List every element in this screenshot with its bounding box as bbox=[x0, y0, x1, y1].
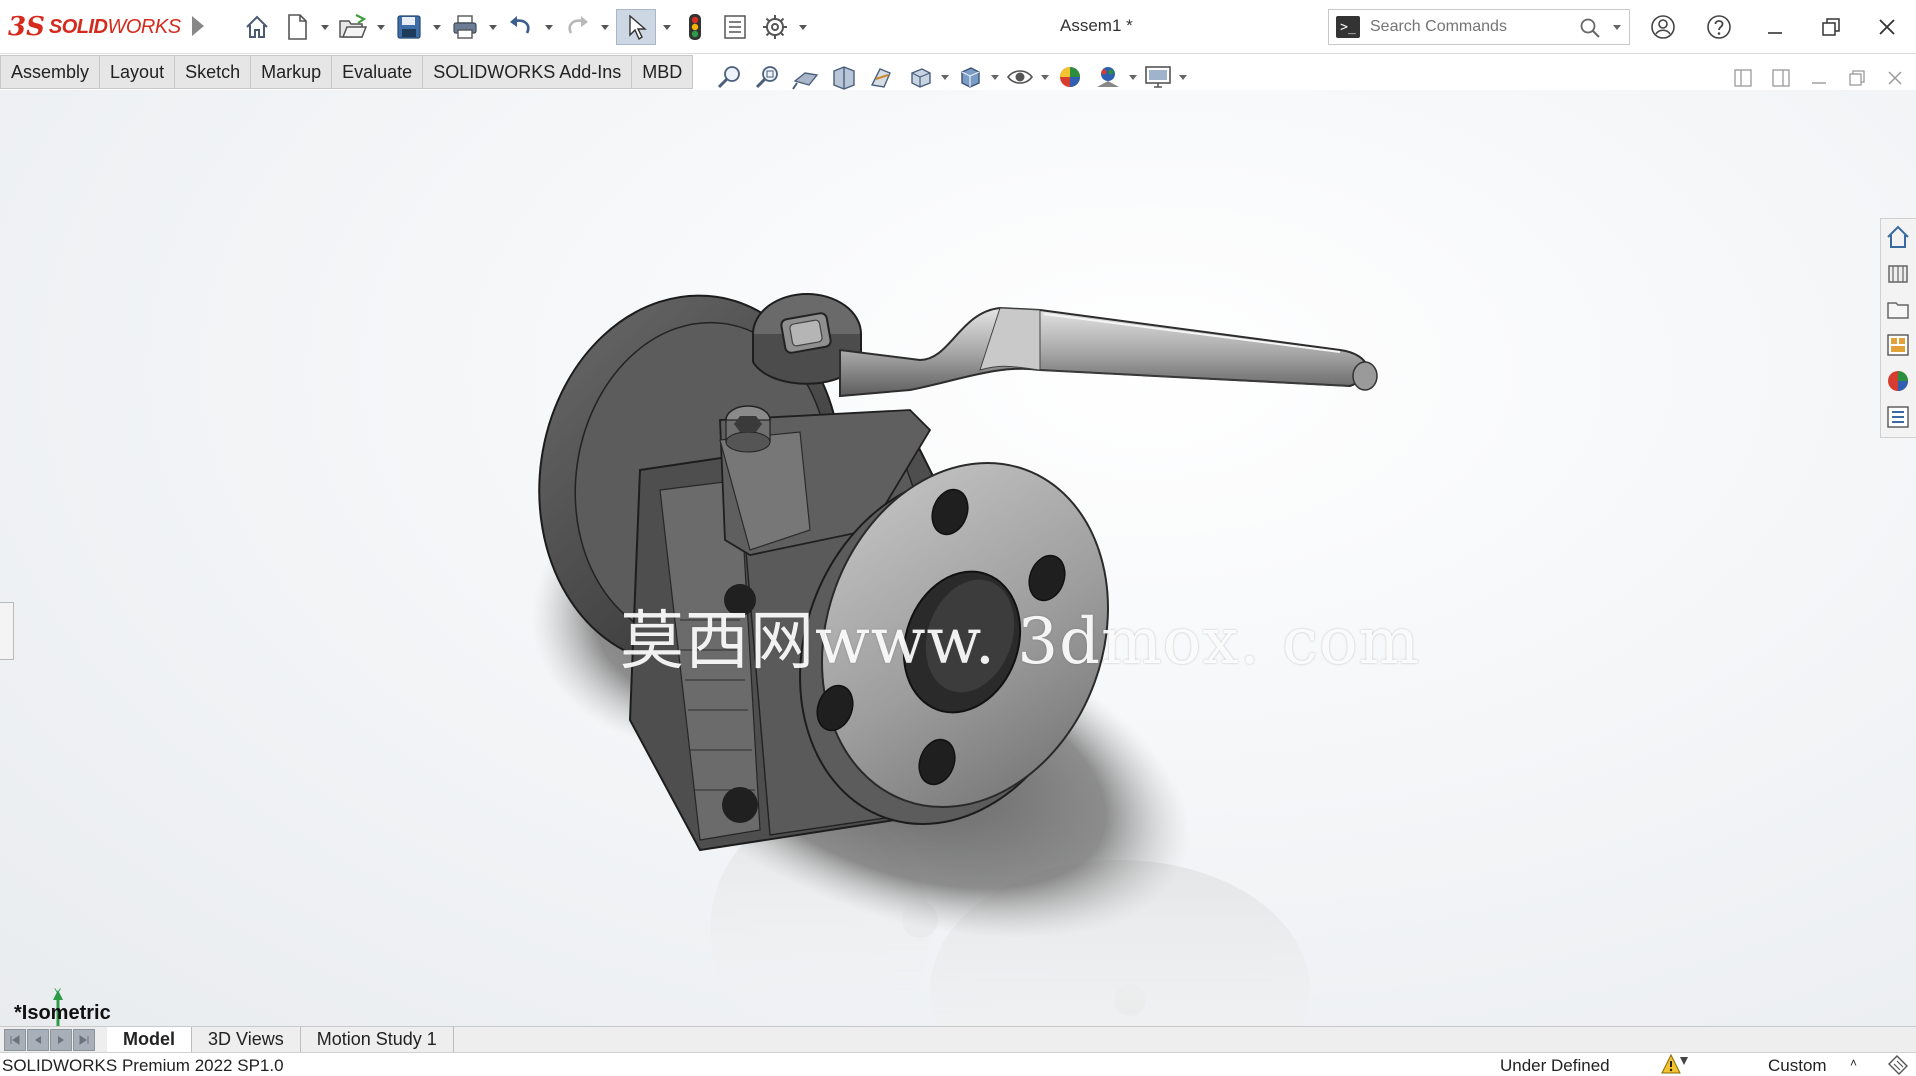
file-explorer-icon[interactable] bbox=[1881, 291, 1915, 327]
unit-system[interactable]: Custom bbox=[1768, 1056, 1827, 1076]
file-properties-icon[interactable] bbox=[718, 9, 752, 45]
apply-scene-icon[interactable] bbox=[1090, 60, 1126, 94]
document-title: Assem1 * bbox=[1060, 16, 1133, 35]
print-dropdown-icon[interactable] bbox=[488, 9, 498, 45]
hide-show-dropdown-icon[interactable] bbox=[1040, 60, 1050, 94]
quick-tips-icon[interactable] bbox=[1886, 1054, 1910, 1076]
split-left-icon[interactable] bbox=[1728, 64, 1758, 92]
restore-icon[interactable] bbox=[1808, 8, 1854, 46]
status-bar: SOLIDWORKS Premium 2022 SP1.0 Under Defi… bbox=[0, 1052, 1916, 1076]
appearances-icon[interactable] bbox=[1881, 363, 1915, 399]
triad-y-label: Y bbox=[54, 987, 62, 999]
redo-icon[interactable] bbox=[560, 9, 594, 45]
display-style-dropdown-icon[interactable] bbox=[990, 60, 1000, 94]
search-input[interactable] bbox=[1370, 18, 1570, 36]
view-orientation-label: *Isometric bbox=[14, 1002, 111, 1024]
redo-dropdown-icon[interactable] bbox=[600, 9, 610, 45]
ball-valve-model[interactable] bbox=[440, 290, 1720, 1076]
save-icon[interactable] bbox=[392, 9, 426, 45]
open-dropdown-icon[interactable] bbox=[376, 9, 386, 45]
logo-brand-bold: SOLID bbox=[48, 15, 108, 38]
display-style-icon[interactable] bbox=[952, 60, 988, 94]
tab-3d-views[interactable]: 3D Views bbox=[192, 1026, 301, 1053]
logo-brand: SOLIDWORKS bbox=[49, 16, 181, 39]
custom-properties-icon[interactable] bbox=[1881, 399, 1915, 435]
view-settings-icon[interactable] bbox=[1140, 60, 1176, 94]
tab-evaluate[interactable]: Evaluate bbox=[332, 55, 424, 89]
tab-scroll-arrows bbox=[4, 1028, 95, 1051]
tab-assembly[interactable]: Assembly bbox=[0, 55, 101, 89]
viewport-restore-icon[interactable] bbox=[1842, 64, 1872, 92]
split-right-icon[interactable] bbox=[1766, 64, 1796, 92]
feature-manager-handle[interactable] bbox=[0, 602, 14, 660]
watermark-text: 莫西网www. 3dmox. com bbox=[620, 605, 1421, 679]
command-prompt-icon: >_ bbox=[1336, 16, 1360, 38]
edit-appearance-icon[interactable] bbox=[1052, 60, 1088, 94]
print-icon[interactable] bbox=[448, 9, 482, 45]
tab-solidworks-add-ins[interactable]: SOLIDWORKS Add-Ins bbox=[423, 55, 633, 89]
units-menu-arrow[interactable]: ˄ bbox=[1850, 1056, 1857, 1070]
tab-model[interactable]: Model bbox=[107, 1026, 192, 1053]
select-icon[interactable] bbox=[616, 9, 656, 45]
tab-markup[interactable]: Markup bbox=[251, 55, 333, 89]
zoom-to-fit-icon[interactable] bbox=[712, 60, 748, 94]
undo-dropdown-icon[interactable] bbox=[544, 9, 554, 45]
section-view-icon[interactable] bbox=[826, 60, 862, 94]
close-icon[interactable] bbox=[1864, 8, 1910, 46]
solidworks-resources-icon[interactable] bbox=[1881, 219, 1915, 255]
logo-brand-thin: WORKS bbox=[107, 15, 182, 38]
tab-sketch[interactable]: Sketch bbox=[175, 55, 252, 89]
dynamic-annotation-icon[interactable] bbox=[864, 60, 900, 94]
ds-logo-mark: 3S bbox=[8, 12, 45, 42]
model-tabs-bar: Model 3D Views Motion Study 1 bbox=[0, 1026, 1916, 1053]
expand-menu-arrow-icon[interactable] bbox=[192, 16, 204, 36]
first-tab-icon[interactable] bbox=[4, 1028, 26, 1051]
options-icon[interactable] bbox=[758, 9, 792, 45]
tab-layout[interactable]: Layout bbox=[100, 55, 176, 89]
user-account-icon[interactable] bbox=[1640, 8, 1686, 46]
save-dropdown-icon[interactable] bbox=[432, 9, 442, 45]
home-icon[interactable] bbox=[240, 9, 274, 45]
search-dropdown-icon[interactable] bbox=[1613, 25, 1621, 30]
search-commands-box[interactable]: >_ bbox=[1328, 9, 1630, 45]
zoom-to-area-icon[interactable] bbox=[750, 60, 786, 94]
help-icon[interactable] bbox=[1696, 8, 1742, 46]
options-dropdown-icon[interactable] bbox=[798, 9, 808, 45]
apply-scene-dropdown-icon[interactable] bbox=[1128, 60, 1138, 94]
view-orientation-dropdown-icon[interactable] bbox=[940, 60, 950, 94]
new-document-icon[interactable] bbox=[280, 9, 314, 45]
definition-state: Under Defined bbox=[1500, 1056, 1610, 1075]
undo-icon[interactable] bbox=[504, 9, 538, 45]
heads-up-view-toolbar bbox=[712, 60, 1188, 94]
quick-access-toolbar bbox=[240, 8, 808, 46]
product-version: SOLIDWORKS Premium 2022 SP1.0 bbox=[2, 1056, 284, 1075]
task-pane-tabs bbox=[1880, 218, 1916, 438]
viewport-close-icon[interactable] bbox=[1880, 64, 1910, 92]
tab-motion-study-1[interactable]: Motion Study 1 bbox=[301, 1026, 454, 1053]
design-library-icon[interactable] bbox=[1881, 255, 1915, 291]
viewport-minimize-icon[interactable] bbox=[1804, 64, 1834, 92]
graphics-area[interactable]: 莫西网www. 3dmox. com Y bbox=[0, 90, 1916, 1076]
view-orientation-icon[interactable] bbox=[902, 60, 938, 94]
rebuild-warning-icon[interactable] bbox=[1660, 1053, 1690, 1076]
title-bar: 3S SOLIDWORKS Assem1 * >_ Search Command… bbox=[0, 0, 1916, 54]
view-settings-dropdown-icon[interactable] bbox=[1178, 60, 1188, 94]
search-icon[interactable] bbox=[1579, 17, 1601, 44]
select-dropdown-icon[interactable] bbox=[662, 9, 672, 45]
next-tab-icon[interactable] bbox=[50, 1028, 72, 1051]
tab-mbd[interactable]: MBD bbox=[632, 55, 694, 89]
minimize-icon[interactable] bbox=[1752, 8, 1798, 46]
new-dropdown-icon[interactable] bbox=[320, 9, 330, 45]
rebuild-icon[interactable] bbox=[678, 9, 712, 45]
solidworks-logo[interactable]: 3S SOLIDWORKS bbox=[8, 10, 181, 44]
open-icon[interactable] bbox=[336, 9, 370, 45]
previous-tab-icon[interactable] bbox=[27, 1028, 49, 1051]
view-palette-icon[interactable] bbox=[1881, 327, 1915, 363]
hide-show-items-icon[interactable] bbox=[1002, 60, 1038, 94]
command-manager-tabs: Assembly Layout Sketch Markup Evaluate S… bbox=[0, 55, 694, 89]
solidworks-window: 3S SOLIDWORKS Assem1 * >_ Search Command… bbox=[0, 0, 1916, 1076]
last-tab-icon[interactable] bbox=[73, 1028, 95, 1051]
previous-view-icon[interactable] bbox=[788, 60, 824, 94]
